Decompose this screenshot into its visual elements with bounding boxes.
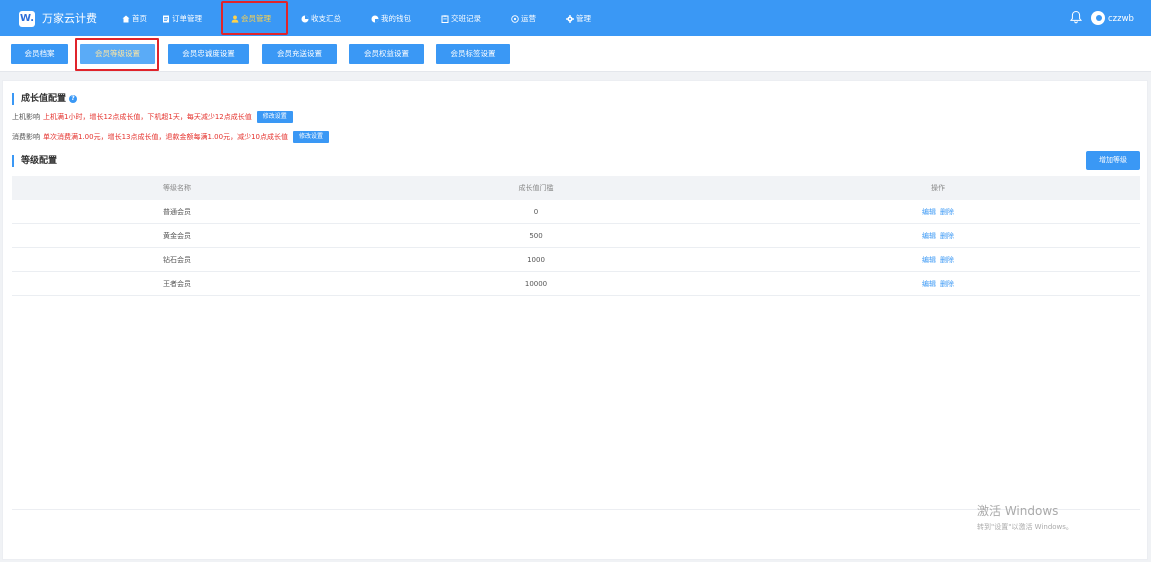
growth-config-title: 成长值配置 [21, 94, 67, 104]
add-level-button[interactable]: 增加等级 [1086, 151, 1140, 170]
chart-icon [301, 15, 309, 23]
delete-link[interactable]: 删除 [940, 208, 954, 216]
consume-rule-label: 消费影响 [12, 133, 40, 141]
growth-config-section: 成长值配置? [12, 93, 78, 105]
top-nav: W. 万家云计费 首页 订单管理 会员管理 收支汇总 我的钱包 交班记录 运营 … [0, 0, 1151, 36]
nav-item-orders[interactable]: 订单管理 [162, 12, 202, 26]
wallet-icon [371, 15, 379, 23]
delete-link[interactable]: 删除 [940, 232, 954, 240]
level-threshold: 1000 [527, 256, 545, 264]
table-row: 王者会员 10000 编辑 删除 [12, 272, 1140, 296]
nav-item-label: 首页 [132, 14, 147, 23]
consume-rule-row: 消费影响 单次消费满1.00元，增长13点成长值，退款金额每满1.00元，减少10… [12, 131, 330, 143]
table-header: 等级名称 成长值门槛 操作 [12, 176, 1140, 200]
subtab-tag-settings[interactable]: 会员标签设置 [436, 44, 510, 64]
edit-link[interactable]: 编辑 [922, 280, 936, 288]
nav-item-operations[interactable]: 运营 [511, 12, 536, 26]
sub-toolbar: 会员档案 会员等级设置 会员忠诚度设置 会员充送设置 会员权益设置 会员标签设置 [0, 36, 1151, 72]
row-actions: 编辑 删除 [858, 272, 1018, 296]
level-table: 等级名称 成长值门槛 操作 普通会员 0 编辑 删除 黄金会员 500 编辑 删除 … [12, 176, 1140, 296]
header-actions: 操作 [931, 184, 945, 192]
panel-footer-divider [12, 509, 1140, 510]
subtab-member-profiles[interactable]: 会员档案 [11, 44, 68, 64]
online-edit-button[interactable]: 修改设置 [256, 111, 293, 123]
row-actions: 编辑 删除 [858, 200, 1018, 224]
delete-link[interactable]: 删除 [940, 256, 954, 264]
level-config-section: 等级配置 [12, 155, 57, 167]
online-rule-label: 上机影响 [12, 113, 40, 121]
online-rule-row: 上机影响 上机满1小时，增长12点成长值，下机超1天，每天减少12点成长值 修改设置 [12, 111, 293, 123]
home-icon [122, 15, 130, 23]
nav-item-label: 交班记录 [451, 14, 481, 23]
nav-highlight-box [221, 1, 288, 35]
nav-item-label: 我的钱包 [381, 14, 411, 23]
app-logo[interactable]: W. [19, 11, 35, 27]
document-icon [162, 15, 170, 23]
nav-item-label: 收支汇总 [311, 14, 341, 23]
nav-item-shift-records[interactable]: 交班记录 [441, 12, 481, 26]
nav-item-label: 订单管理 [172, 14, 202, 23]
nav-item-label: 管理 [576, 14, 591, 23]
table-row: 普通会员 0 编辑 删除 [12, 200, 1140, 224]
edit-link[interactable]: 编辑 [922, 232, 936, 240]
nav-item-label: 运营 [521, 14, 536, 23]
nav-item-finance[interactable]: 收支汇总 [301, 12, 341, 26]
avatar[interactable] [1091, 11, 1105, 25]
clipboard-icon [441, 15, 449, 23]
subtab-loyalty-settings[interactable]: 会员忠诚度设置 [168, 44, 249, 64]
gear-icon [566, 15, 574, 23]
consume-edit-button[interactable]: 修改设置 [293, 131, 330, 143]
consume-rule-text: 单次消费满1.00元，增长13点成长值，退款金额每满1.00元，减少10点成长值 [43, 133, 288, 141]
subtab-recharge-settings[interactable]: 会员充送设置 [262, 44, 337, 64]
windows-watermark-title: 激活 Windows [977, 504, 1059, 518]
level-threshold: 10000 [524, 280, 548, 288]
edit-link[interactable]: 编辑 [922, 208, 936, 216]
target-icon [511, 15, 519, 23]
level-name: 王者会员 [163, 280, 191, 288]
edit-link[interactable]: 编辑 [922, 256, 936, 264]
bell-icon[interactable] [1069, 10, 1083, 24]
level-name: 钻石会员 [163, 256, 191, 264]
subtab-benefits-settings[interactable]: 会员权益设置 [349, 44, 424, 64]
table-row: 黄金会员 500 编辑 删除 [12, 224, 1140, 248]
level-name: 黄金会员 [163, 232, 191, 240]
windows-watermark-hint: 转到"设置"以激活 Windows。 [977, 523, 1073, 531]
content-panel: 成长值配置? 上机影响 上机满1小时，增长12点成长值，下机超1天，每天减少12点… [2, 80, 1148, 560]
level-name: 普通会员 [163, 208, 191, 216]
row-actions: 编辑 删除 [858, 224, 1018, 248]
username[interactable]: czzwb [1108, 13, 1134, 25]
row-actions: 编辑 删除 [858, 248, 1018, 272]
table-row: 钻石会员 1000 编辑 删除 [12, 248, 1140, 272]
level-threshold: 500 [529, 232, 543, 240]
header-level-name: 等级名称 [163, 184, 191, 192]
online-rule-text: 上机满1小时，增长12点成长值，下机超1天，每天减少12点成长值 [43, 113, 252, 121]
subtab-highlight-box [75, 38, 159, 71]
delete-link[interactable]: 删除 [940, 280, 954, 288]
nav-item-wallet[interactable]: 我的钱包 [371, 12, 411, 26]
header-threshold: 成长值门槛 [518, 184, 554, 192]
app-name[interactable]: 万家云计费 [42, 12, 97, 26]
level-threshold: 0 [533, 208, 539, 216]
level-config-title: 等级配置 [21, 156, 58, 166]
nav-item-home[interactable]: 首页 [122, 12, 147, 26]
nav-item-admin[interactable]: 管理 [566, 12, 591, 26]
question-icon[interactable]: ? [69, 95, 78, 103]
